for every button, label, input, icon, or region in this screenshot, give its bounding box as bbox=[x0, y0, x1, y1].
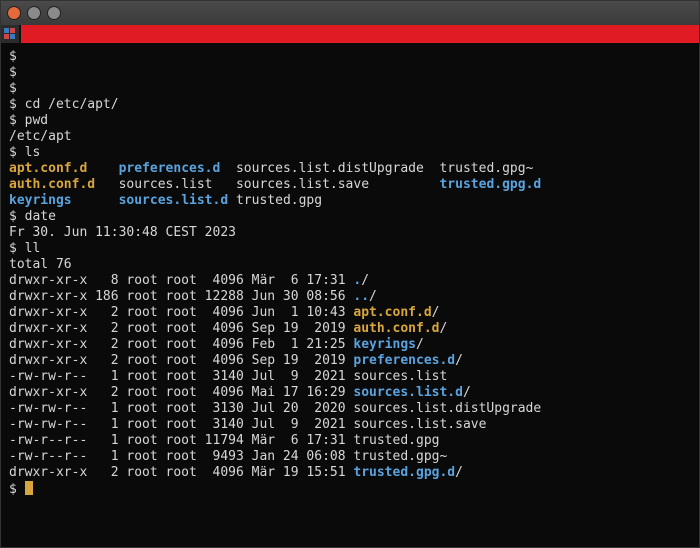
maximize-icon[interactable] bbox=[47, 6, 61, 20]
terminal-line: $ bbox=[9, 49, 691, 65]
terminal-line: drwxr-xr-x 2 root root 4096 Jun 1 10:43 … bbox=[9, 305, 691, 321]
terminal-line: -rw-rw-r-- 1 root root 3130 Jul 20 2020 … bbox=[9, 401, 691, 417]
cursor bbox=[25, 481, 33, 495]
window-titlebar[interactable] bbox=[1, 1, 699, 25]
terminal-line: /etc/apt bbox=[9, 129, 691, 145]
terminal-window: $$$$ cd /etc/apt/$ pwd/etc/apt$ lsapt.co… bbox=[0, 0, 700, 548]
terminal-line: drwxr-xr-x 2 root root 4096 Sep 19 2019 … bbox=[9, 321, 691, 337]
app-icon[interactable] bbox=[1, 25, 19, 43]
terminal-line: $ pwd bbox=[9, 113, 691, 129]
terminal-line: -rw-rw-r-- 1 root root 3140 Jul 9 2021 s… bbox=[9, 369, 691, 385]
terminal-line: drwxr-xr-x 186 root root 12288 Jun 30 08… bbox=[9, 289, 691, 305]
terminal-line: drwxr-xr-x 2 root root 4096 Mai 17 16:29… bbox=[9, 385, 691, 401]
terminal-line: $ bbox=[9, 481, 691, 498]
terminal-line: drwxr-xr-x 2 root root 4096 Mär 19 15:51… bbox=[9, 465, 691, 481]
terminal-line: -rw-rw-r-- 1 root root 3140 Jul 9 2021 s… bbox=[9, 417, 691, 433]
terminal-line: $ bbox=[9, 65, 691, 81]
minimize-icon[interactable] bbox=[27, 6, 41, 20]
terminal-line: $ date bbox=[9, 209, 691, 225]
terminal-line: drwxr-xr-x 2 root root 4096 Sep 19 2019 … bbox=[9, 353, 691, 369]
terminal-line: -rw-r--r-- 1 root root 9493 Jan 24 06:08… bbox=[9, 449, 691, 465]
terminal-body[interactable]: $$$$ cd /etc/apt/$ pwd/etc/apt$ lsapt.co… bbox=[1, 43, 699, 547]
terminal-line: drwxr-xr-x 8 root root 4096 Mär 6 17:31 … bbox=[9, 273, 691, 289]
tab-bar[interactable] bbox=[1, 25, 699, 43]
close-icon[interactable] bbox=[7, 6, 21, 20]
terminal-line: -rw-r--r-- 1 root root 11794 Mär 6 17:31… bbox=[9, 433, 691, 449]
terminal-line: apt.conf.d preferences.d sources.list.di… bbox=[9, 161, 691, 177]
terminal-line: auth.conf.d sources.list sources.list.sa… bbox=[9, 177, 691, 193]
terminal-line: $ ll bbox=[9, 241, 691, 257]
terminal-line: $ ls bbox=[9, 145, 691, 161]
terminal-line: drwxr-xr-x 2 root root 4096 Feb 1 21:25 … bbox=[9, 337, 691, 353]
terminal-line: total 76 bbox=[9, 257, 691, 273]
terminal-line: keyrings sources.list.d trusted.gpg bbox=[9, 193, 691, 209]
terminal-line: Fr 30. Jun 11:30:48 CEST 2023 bbox=[9, 225, 691, 241]
tab-separator bbox=[19, 25, 21, 43]
terminal-line: $ cd /etc/apt/ bbox=[9, 97, 691, 113]
terminal-line: $ bbox=[9, 81, 691, 97]
